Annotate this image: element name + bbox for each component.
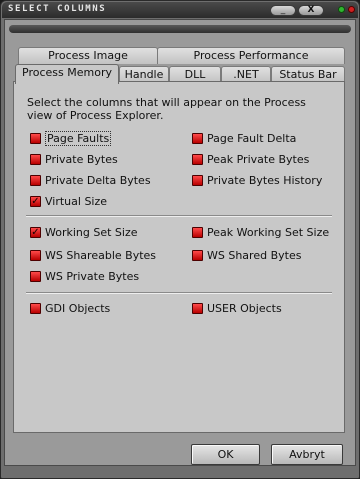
checkbox-label: Page Faults [45, 130, 112, 146]
checkbox-label: GDI Objects [45, 301, 111, 315]
checkbox-box[interactable] [192, 302, 203, 314]
checkbox-box[interactable] [30, 270, 41, 282]
check-mark-icon: ✓ [31, 195, 40, 207]
checkbox-box[interactable] [192, 249, 203, 261]
checkbox-box[interactable]: ✓ [30, 226, 41, 238]
checkbox-working-set-size[interactable]: ✓ Working Set Size [30, 224, 138, 240]
ok-button[interactable]: OK [191, 444, 260, 465]
checkbox-peak-working-set-size[interactable]: Peak Working Set Size [192, 224, 329, 240]
group-separator [26, 292, 332, 294]
checkbox-box[interactable] [30, 302, 41, 314]
checkbox-label: WS Shareable Bytes [45, 248, 157, 262]
close-button[interactable]: X [298, 5, 324, 16]
select-columns-window: SELECT COLUMNS _ X Process Image Process… [0, 0, 360, 479]
checkbox-virtual-size[interactable]: ✓ Virtual Size [30, 193, 107, 209]
title-bar[interactable]: SELECT COLUMNS _ X [2, 2, 358, 18]
checkbox-label: Peak Private Bytes [207, 152, 310, 166]
close-icon: X [307, 5, 315, 15]
checkbox-label: Private Bytes History [207, 173, 323, 187]
checkbox-ws-shared-bytes[interactable]: WS Shared Bytes [192, 247, 301, 263]
checkbox-user-objects[interactable]: USER Objects [192, 300, 282, 316]
group-separator [26, 215, 332, 217]
checkbox-page-faults[interactable]: Page Faults [30, 130, 112, 146]
checkbox-box[interactable] [30, 153, 41, 165]
checkbox-ws-shareable-bytes[interactable]: WS Shareable Bytes [30, 247, 156, 263]
minimize-button[interactable]: _ [270, 5, 296, 16]
checkbox-label: Virtual Size [45, 194, 108, 208]
checkbox-peak-private-bytes[interactable]: Peak Private Bytes [192, 151, 309, 167]
checkbox-box[interactable] [192, 153, 203, 165]
checkbox-box[interactable]: ✓ [30, 195, 41, 207]
checkbox-label: WS Private Bytes [45, 269, 140, 283]
checkbox-label: Private Bytes [45, 152, 118, 166]
checkbox-label: WS Shared Bytes [207, 248, 302, 262]
checkbox-box[interactable] [30, 249, 41, 261]
tab-process-performance[interactable]: Process Performance [157, 47, 345, 64]
checkbox-private-bytes[interactable]: Private Bytes [30, 151, 118, 167]
checkbox-gdi-objects[interactable]: GDI Objects [30, 300, 110, 316]
checkbox-label: Page Fault Delta [207, 131, 297, 145]
checkbox-box[interactable] [192, 174, 203, 186]
checkbox-page-fault-delta[interactable]: Page Fault Delta [192, 130, 296, 146]
window-title: SELECT COLUMNS [8, 4, 107, 14]
checkbox-label: Working Set Size [45, 225, 138, 239]
status-light-green-icon [338, 6, 345, 13]
minimize-icon: _ [280, 5, 286, 15]
checkbox-ws-private-bytes[interactable]: WS Private Bytes [30, 268, 139, 284]
checkbox-label: Peak Working Set Size [207, 225, 330, 239]
tab-process-image[interactable]: Process Image [18, 47, 158, 64]
checkbox-label: USER Objects [207, 301, 282, 315]
instructions-text: Select the columns that will appear on t… [27, 96, 306, 122]
checkbox-box[interactable] [30, 132, 41, 144]
check-mark-icon: ✓ [31, 226, 40, 238]
tab-process-memory[interactable]: Process Memory [15, 64, 119, 84]
checkbox-private-delta-bytes[interactable]: Private Delta Bytes [30, 172, 151, 188]
cancel-button[interactable]: Avbryt [271, 444, 343, 465]
tab-panel-process-memory: Select the columns that will appear on t… [13, 81, 345, 433]
skin-toolstrip [9, 25, 351, 33]
checkbox-private-bytes-history[interactable]: Private Bytes History [192, 172, 322, 188]
status-light-red-icon [348, 6, 355, 13]
checkbox-box[interactable] [192, 132, 203, 144]
checkbox-box[interactable] [192, 226, 203, 238]
checkbox-label: Private Delta Bytes [45, 173, 151, 187]
checkbox-box[interactable] [30, 174, 41, 186]
